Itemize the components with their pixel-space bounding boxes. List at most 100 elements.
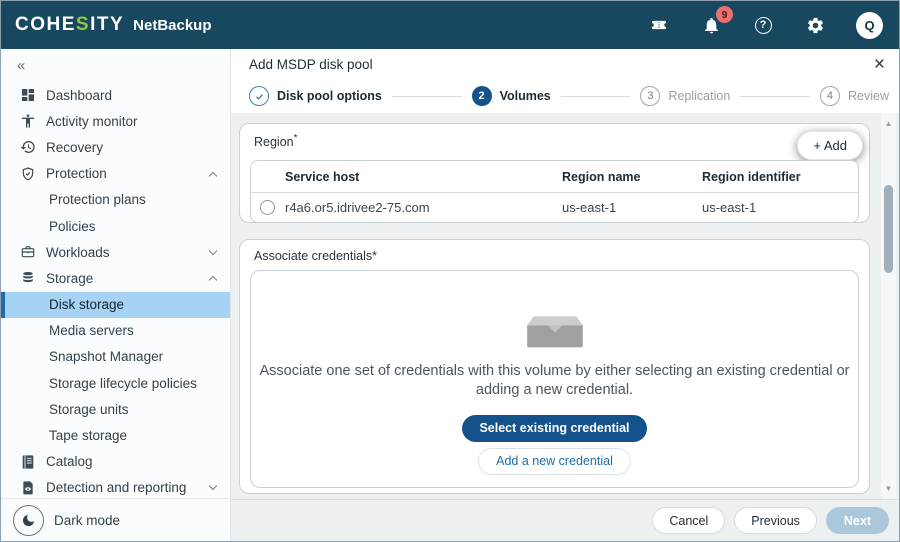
activity-monitor-icon <box>19 113 36 130</box>
protection-shield-icon <box>19 165 36 182</box>
step-volumes[interactable]: 2 Volumes <box>472 86 551 106</box>
help-icon[interactable]: ? <box>752 14 774 36</box>
sidebar-item-protection[interactable]: Protection <box>1 161 230 187</box>
service-host-value: r4a6.or5.idrivee2-75.com <box>285 200 430 215</box>
step-number: 3 <box>640 86 660 106</box>
chevron-up-icon <box>210 273 216 283</box>
sidebar-item-activity-monitor[interactable]: Activity monitor <box>1 108 230 134</box>
region-identifier-value: us-east-1 <box>702 200 858 215</box>
credentials-message: Associate one set of credentials with th… <box>251 362 858 400</box>
cancel-button[interactable]: Cancel <box>652 507 725 534</box>
top-actions: 9 ? Q <box>648 12 883 39</box>
sidebar-item-media-servers[interactable]: Media servers <box>1 318 230 344</box>
add-region-button[interactable]: + Add <box>797 131 863 160</box>
sidebar-item-recovery[interactable]: Recovery <box>1 134 230 160</box>
region-table-header: Service host Region name Region identifi… <box>251 161 858 193</box>
stepper-connector <box>392 96 462 97</box>
associate-credentials-label: Associate credentials* <box>254 249 855 263</box>
recovery-icon <box>19 139 36 156</box>
content-scrollbar[interactable]: ▲ ▼ <box>881 113 896 499</box>
add-new-credential-button[interactable]: Add a new credential <box>478 448 631 475</box>
collapse-sidebar-icon[interactable]: « <box>17 57 25 74</box>
notifications-bell-icon[interactable]: 9 <box>700 14 722 36</box>
sidebar-item-snapshot-manager[interactable]: Snapshot Manager <box>1 344 230 370</box>
moon-icon <box>13 505 44 536</box>
sidebar-item-label: Catalog <box>46 454 93 469</box>
chevron-down-icon <box>210 251 216 254</box>
panel-header: Add MSDP disk pool × <box>231 49 899 79</box>
column-service-host: Service host <box>251 170 562 184</box>
storage-stack-icon <box>19 270 36 287</box>
sidebar-item-label: Protection plans <box>49 192 146 207</box>
sidebar-item-detection-and-reporting[interactable]: Detection and reporting <box>1 475 230 498</box>
sidebar-item-tape-storage[interactable]: Tape storage <box>1 422 230 448</box>
close-icon[interactable]: × <box>874 55 885 74</box>
scroll-down-icon[interactable]: ▼ <box>881 484 896 493</box>
sidebar-item-storage[interactable]: Storage <box>1 265 230 291</box>
stepper-connector <box>740 96 810 97</box>
column-region-name: Region name <box>562 170 702 184</box>
credentials-empty-state: Associate one set of credentials with th… <box>250 270 859 488</box>
top-bar: COHESITY NetBackup 9 ? Q <box>1 1 899 49</box>
dark-mode-label: Dark mode <box>54 513 120 528</box>
sidebar-item-label: Activity monitor <box>46 114 138 129</box>
sidebar-item-label: Tape storage <box>49 428 127 443</box>
sidebar-item-label: Policies <box>49 219 96 234</box>
chevron-down-icon <box>210 486 216 489</box>
product-name: NetBackup <box>133 17 211 34</box>
cohesity-logo: COHESITY <box>15 14 124 36</box>
sidebar-item-label: Snapshot Manager <box>49 349 163 364</box>
notification-count-badge: 9 <box>716 6 733 23</box>
sidebar-item-workloads[interactable]: Workloads <box>1 239 230 265</box>
sidebar-item-policies[interactable]: Policies <box>1 213 230 239</box>
sidebar-item-label: Media servers <box>49 323 134 338</box>
sidebar-item-label: Detection and reporting <box>46 480 186 495</box>
sidebar-item-disk-storage[interactable]: Disk storage <box>1 292 230 318</box>
app-window: COHESITY NetBackup 9 ? Q « <box>0 0 900 542</box>
sidebar-item-storage-lifecycle-policies[interactable]: Storage lifecycle policies <box>1 370 230 396</box>
scroll-up-icon[interactable]: ▲ <box>881 119 896 128</box>
step-number: 4 <box>820 86 840 106</box>
region-section: Region* + Add Service host Region name R… <box>239 123 870 223</box>
chevron-up-icon <box>210 169 216 179</box>
sidebar-item-protection-plans[interactable]: Protection plans <box>1 187 230 213</box>
dark-mode-toggle[interactable]: Dark mode <box>1 498 230 541</box>
step-completed-check-icon <box>249 86 269 106</box>
user-avatar[interactable]: Q <box>856 12 883 39</box>
step-disk-pool-options[interactable]: Disk pool options <box>249 86 382 106</box>
sidebar-collapse-row: « <box>1 49 230 82</box>
wizard-footer: Cancel Previous Next <box>231 499 899 541</box>
next-button[interactable]: Next <box>826 507 889 534</box>
sidebar-item-label: Storage <box>46 271 93 286</box>
empty-tray-icon <box>522 313 588 349</box>
sidebar-item-storage-units[interactable]: Storage units <box>1 396 230 422</box>
step-review[interactable]: 4 Review <box>820 86 889 106</box>
region-table-row[interactable]: r4a6.or5.idrivee2-75.com us-east-1 us-ea… <box>251 193 858 222</box>
step-replication[interactable]: 3 Replication <box>640 86 730 106</box>
sidebar-item-label: Dashboard <box>46 88 112 103</box>
sidebar-item-catalog[interactable]: Catalog <box>1 449 230 475</box>
sidebar-nav: « Dashboard Activity monitor Recovery Pr… <box>1 49 231 541</box>
page-title: Add MSDP disk pool <box>249 57 373 72</box>
sidebar-item-label: Protection <box>46 166 107 181</box>
brand-logo: COHESITY NetBackup <box>15 14 212 36</box>
catalog-book-icon <box>19 453 36 470</box>
region-row-radio[interactable] <box>260 200 275 215</box>
previous-button[interactable]: Previous <box>734 507 817 534</box>
region-name-value: us-east-1 <box>562 200 702 215</box>
sidebar-item-label: Recovery <box>46 140 103 155</box>
region-table: Service host Region name Region identifi… <box>250 160 859 223</box>
sidebar-item-dashboard[interactable]: Dashboard <box>1 82 230 108</box>
sidebar-item-label: Disk storage <box>49 297 124 312</box>
license-ticket-icon[interactable] <box>648 14 670 36</box>
region-label: Region* <box>254 133 855 149</box>
select-existing-credential-button[interactable]: Select existing credential <box>462 415 646 442</box>
stepper-connector <box>561 96 631 97</box>
dashboard-icon <box>19 87 36 104</box>
settings-gear-icon[interactable] <box>804 14 826 36</box>
step-number: 2 <box>472 86 492 106</box>
detection-reporting-icon <box>19 479 36 496</box>
scrollbar-thumb[interactable] <box>884 185 893 273</box>
sidebar-item-label: Storage units <box>49 402 129 417</box>
sidebar-item-label: Storage lifecycle policies <box>49 376 197 391</box>
